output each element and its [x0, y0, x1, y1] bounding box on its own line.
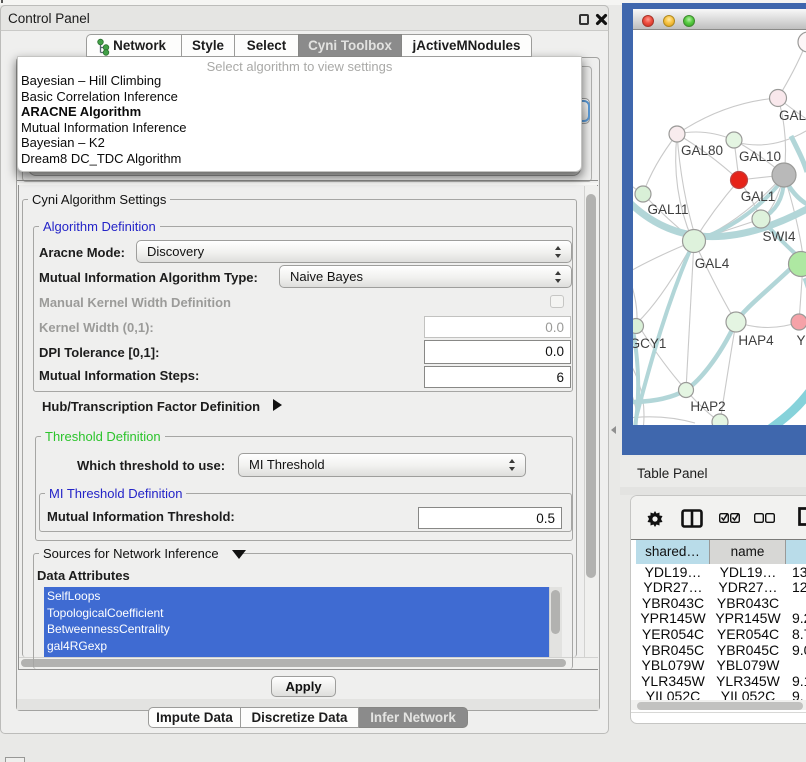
svg-text:GAL1: GAL1 — [741, 189, 776, 204]
svg-text:HAP2: HAP2 — [690, 399, 725, 414]
svg-text:GAL4: GAL4 — [695, 256, 730, 271]
svg-text:GCY1: GCY1 — [633, 336, 666, 351]
svg-text:GAL11: GAL11 — [647, 202, 688, 217]
svg-text:Y: Y — [796, 333, 805, 348]
svg-text:GAL10: GAL10 — [739, 149, 781, 164]
svg-text:GAL80: GAL80 — [681, 143, 723, 158]
svg-text:GAL7: GAL7 — [779, 108, 806, 123]
svg-text:SWI4: SWI4 — [762, 229, 795, 244]
svg-text:HAP4: HAP4 — [738, 333, 774, 348]
